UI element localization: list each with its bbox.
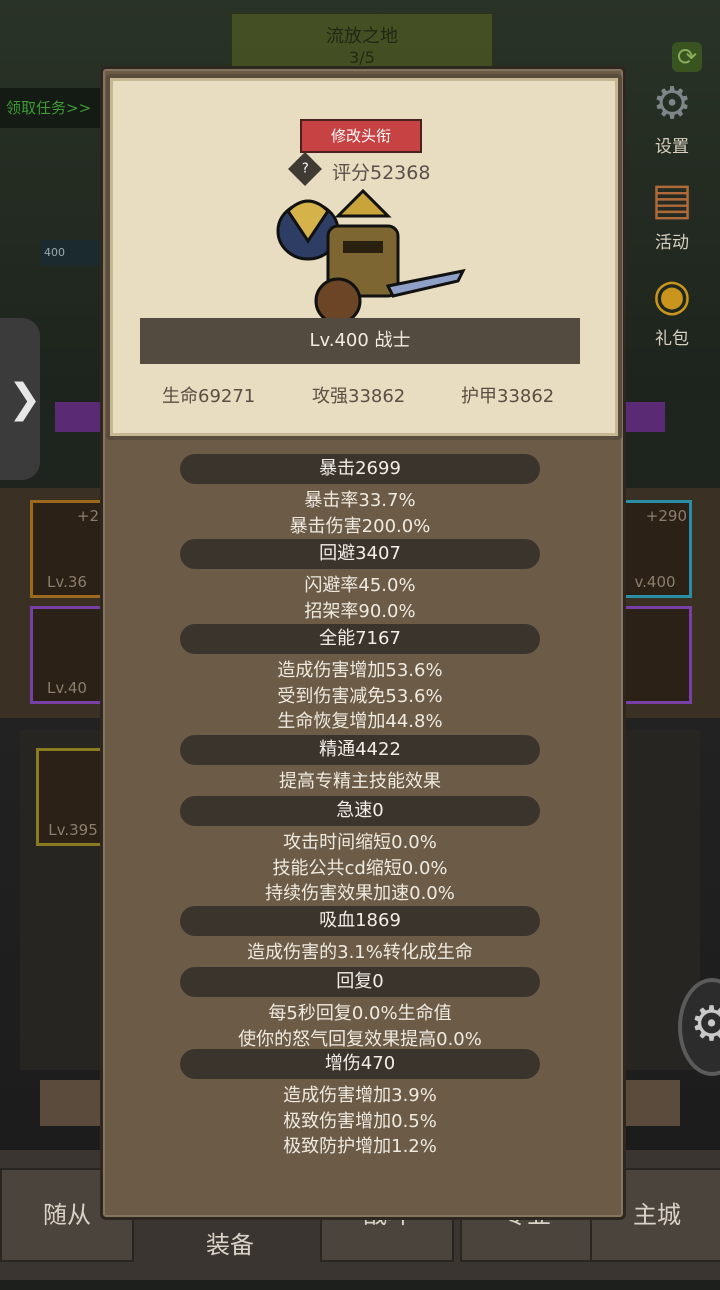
stat-section-title: 回复0 — [180, 967, 540, 997]
refresh-icon[interactable]: ⟳ — [672, 42, 702, 72]
stat-detail-line: 造成伤害增加3.9% — [283, 1085, 437, 1106]
equip-slot[interactable]: +290 v.400 — [618, 500, 692, 598]
stat-detail-line: 攻击时间缩短0.0% — [283, 832, 437, 853]
map-banner[interactable]: 流放之地 3/5 ⟳ — [230, 12, 702, 74]
gift-label: 礼包 — [655, 329, 689, 349]
stat-detail-line: 技能公共cd缩短0.0% — [272, 857, 448, 879]
activity-icon: ▤ — [651, 174, 693, 225]
activity-label: 活动 — [655, 233, 689, 253]
settings-button[interactable]: ⚙ 设置 — [632, 76, 712, 157]
settings-label: 设置 — [655, 137, 689, 157]
score-text: 评分52368 — [332, 162, 431, 184]
stat-detail-line: 极致伤害增加0.5% — [283, 1110, 437, 1132]
stat-detail-line: 闪避率45.0% — [304, 575, 416, 596]
gift-button[interactable]: ◉ 礼包 — [632, 268, 712, 349]
stat-detail-line: 暴击率33.7% — [304, 490, 416, 511]
attack-stat: 攻强33862 — [312, 386, 406, 407]
slot-level: Lv.36 — [47, 573, 87, 591]
stat-detail-line: 提高专精主技能效果 — [279, 771, 441, 792]
equip-item[interactable]: Lv.395 — [36, 748, 110, 846]
hp-stat: 生命69271 — [162, 386, 256, 407]
side-drawer-toggle[interactable]: ❯ — [0, 318, 42, 480]
chevron-right-icon: ❯ — [8, 376, 42, 422]
level-badge: 400 — [40, 240, 104, 266]
gear-icon: ⚙ — [652, 78, 692, 129]
slot-plus: +290 — [645, 507, 687, 525]
item-level: Lv.395 — [48, 821, 98, 839]
map-title: 流放之地 — [326, 26, 398, 47]
stat-section-title: 全能7167 — [180, 624, 540, 654]
stat-section-title: 急速0 — [180, 796, 540, 826]
slot-level: v.400 — [634, 573, 676, 591]
equip-slot[interactable] — [618, 606, 692, 704]
map-progress: 3/5 — [349, 48, 375, 67]
gift-icon: ◉ — [652, 270, 692, 321]
slot-level: Lv.40 — [47, 679, 87, 697]
activity-button[interactable]: ▤ 活动 — [632, 172, 712, 253]
level-class-bar: Lv.400 战士 — [140, 318, 580, 364]
hero-portrait — [276, 188, 466, 325]
equip-slot[interactable]: +2 Lv.36 — [30, 500, 104, 598]
equip-slot[interactable]: Lv.40 — [30, 606, 104, 704]
stat-detail-line: 持续伤害效果加速0.0% — [265, 883, 455, 904]
stat-section-title: 吸血1869 — [180, 906, 540, 936]
stat-section-title: 精通4422 — [180, 735, 540, 765]
stat-detail-line: 极致防护增加1.2% — [283, 1136, 437, 1157]
help-glyph: ? — [301, 161, 309, 176]
stat-detail-line: 造成伤害增加53.6% — [277, 660, 443, 681]
stat-detail-line: 每5秒回复0.0%生命值 — [268, 1003, 452, 1024]
task-link[interactable]: 领取任务>> — [0, 88, 106, 128]
slot-plus: +2 — [76, 507, 99, 525]
stat-section-title: 回避3407 — [180, 539, 540, 569]
stat-detail-line: 使你的怒气回复效果提高0.0% — [238, 1028, 482, 1050]
rename-title-button[interactable]: 修改头衔 — [300, 119, 422, 153]
stat-detail-line: 暴击伤害200.0% — [289, 515, 431, 537]
stat-detail-line: 生命恢复增加44.8% — [277, 711, 443, 732]
stat-detail-line: 招架率90.0% — [304, 600, 416, 622]
armor-stat: 护甲33862 — [461, 386, 555, 407]
stat-section-title: 增伤470 — [180, 1049, 540, 1079]
stat-section-title: 暴击2699 — [180, 454, 540, 484]
stat-detail-line: 受到伤害减免53.6% — [277, 685, 443, 707]
stat-detail-line: 造成伤害的3.1%转化成生命 — [247, 942, 473, 963]
